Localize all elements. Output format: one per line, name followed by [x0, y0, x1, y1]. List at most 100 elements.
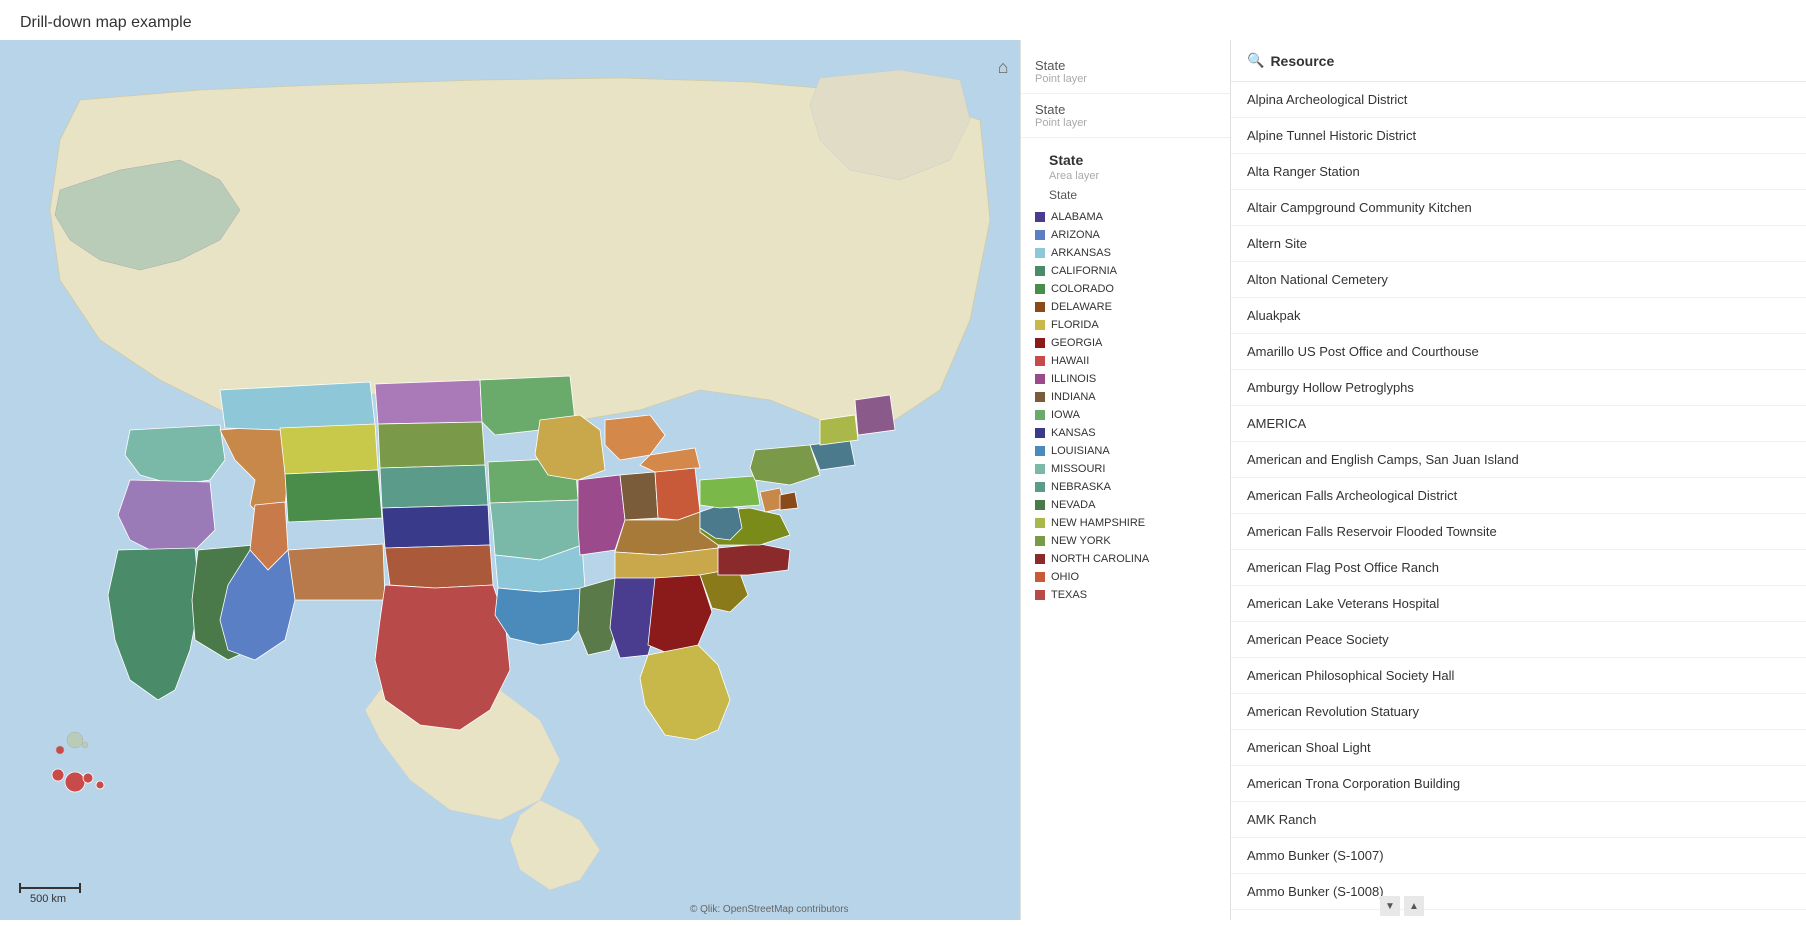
resource-item-7[interactable]: Amarillo US Post Office and Courthouse — [1231, 334, 1806, 370]
search-icon: 🔍 — [1247, 52, 1264, 69]
resource-item-4[interactable]: Altern Site — [1231, 226, 1806, 262]
legend-item-illinois[interactable]: ILLINOIS — [1021, 370, 1230, 388]
legend-item-texas[interactable]: TEXAS — [1021, 586, 1230, 604]
resource-item-8[interactable]: Amburgy Hollow Petroglyphs — [1231, 370, 1806, 406]
resource-item-18[interactable]: American Shoal Light — [1231, 730, 1806, 766]
hawaii-island-main — [67, 732, 83, 748]
legend-item-florida[interactable]: FLORIDA — [1021, 316, 1230, 334]
legend-sub: State — [1035, 186, 1216, 206]
scroll-down-arrow[interactable]: ▼ — [1380, 896, 1400, 916]
state-montana[interactable] — [220, 382, 375, 430]
legend-item-ohio[interactable]: OHIO — [1021, 568, 1230, 586]
resource-item-6[interactable]: Aluakpak — [1231, 298, 1806, 334]
legend-item-indiana[interactable]: INDIANA — [1021, 388, 1230, 406]
resource-item-22[interactable]: Ammo Bunker (S-1008) — [1231, 874, 1806, 910]
state-colorado[interactable] — [285, 470, 382, 522]
legend-color-missouri — [1035, 464, 1045, 474]
resource-item-9[interactable]: AMERICA — [1231, 406, 1806, 442]
resource-item-20[interactable]: AMK Ranch — [1231, 802, 1806, 838]
panel-label-1: State — [1035, 58, 1216, 73]
state-north-dakota[interactable] — [375, 380, 482, 424]
resource-item-13[interactable]: American Flag Post Office Ranch — [1231, 550, 1806, 586]
hawaii-island-2 — [52, 769, 64, 781]
resource-list: Alpina Archeological DistrictAlpine Tunn… — [1231, 82, 1806, 920]
resource-item-14[interactable]: American Lake Veterans Hospital — [1231, 586, 1806, 622]
resource-item-11[interactable]: American Falls Archeological District — [1231, 478, 1806, 514]
legend-label-indiana: INDIANA — [1051, 391, 1096, 403]
state-maine[interactable] — [855, 395, 895, 435]
state-south-dakota[interactable] — [378, 422, 485, 468]
legend-color-north-carolina — [1035, 554, 1045, 564]
legend-color-louisiana — [1035, 446, 1045, 456]
state-indiana[interactable] — [620, 472, 658, 520]
legend-item-north-carolina[interactable]: NORTH CAROLINA — [1021, 550, 1230, 568]
legend-item-georgia[interactable]: GEORGIA — [1021, 334, 1230, 352]
resource-item-15[interactable]: American Peace Society — [1231, 622, 1806, 658]
state-pennsylvania[interactable] — [700, 476, 760, 508]
home-button[interactable]: ⌂ — [988, 52, 1018, 82]
resource-item-10[interactable]: American and English Camps, San Juan Isl… — [1231, 442, 1806, 478]
legend-items-container: ALABAMA ARIZONA ARKANSAS CALIFORNIA COLORADO… — [1021, 208, 1230, 604]
legend-color-nebraska — [1035, 482, 1045, 492]
legend-item-new-hampshire[interactable]: NEW HAMPSHIRE — [1021, 514, 1230, 532]
legend-label-arizona: ARIZONA — [1051, 229, 1100, 241]
legend-area-label: Area layer — [1035, 170, 1216, 186]
legend-item-delaware[interactable]: DELAWARE — [1021, 298, 1230, 316]
legend-label-arkansas: ARKANSAS — [1051, 247, 1111, 259]
legend-color-delaware — [1035, 302, 1045, 312]
legend-item-missouri[interactable]: MISSOURI — [1021, 460, 1230, 478]
resource-item-16[interactable]: American Philosophical Society Hall — [1231, 658, 1806, 694]
legend-item-california[interactable]: CALIFORNIA — [1021, 262, 1230, 280]
legend-label-hawaii: HAWAII — [1051, 355, 1089, 367]
legend-color-new-york — [1035, 536, 1045, 546]
legend-color-new-hampshire — [1035, 518, 1045, 528]
panel-sublabel-2: Point layer — [1035, 117, 1216, 129]
legend-item-new-york[interactable]: NEW YORK — [1021, 532, 1230, 550]
hawaii-island-4 — [96, 781, 104, 789]
legend-item-alabama[interactable]: ALABAMA — [1021, 208, 1230, 226]
legend-item-hawaii[interactable]: HAWAII — [1021, 352, 1230, 370]
legend-color-alabama — [1035, 212, 1045, 222]
state-new-mexico[interactable] — [288, 544, 385, 600]
legend-section: State Area layer State — [1021, 138, 1230, 208]
resource-item-17[interactable]: American Revolution Statuary — [1231, 694, 1806, 730]
legend-color-colorado — [1035, 284, 1045, 294]
hawaii-main-island[interactable] — [65, 772, 85, 792]
state-delaware[interactable] — [780, 492, 798, 510]
resource-item-12[interactable]: American Falls Reservoir Flooded Townsit… — [1231, 514, 1806, 550]
resource-item-2[interactable]: Alta Ranger Station — [1231, 154, 1806, 190]
legend-label-california: CALIFORNIA — [1051, 265, 1117, 277]
legend-item-nevada[interactable]: NEVADA — [1021, 496, 1230, 514]
state-oklahoma[interactable] — [385, 545, 493, 588]
legend-item-kansas[interactable]: KANSAS — [1021, 424, 1230, 442]
legend-color-hawaii — [1035, 356, 1045, 366]
state-kansas[interactable] — [382, 505, 490, 548]
resource-item-3[interactable]: Altair Campground Community Kitchen — [1231, 190, 1806, 226]
state-wyoming[interactable] — [280, 424, 378, 474]
state-nebraska[interactable] — [380, 465, 488, 508]
legend-label-alabama: ALABAMA — [1051, 211, 1103, 223]
resource-item-21[interactable]: Ammo Bunker (S-1007) — [1231, 838, 1806, 874]
resource-item-1[interactable]: Alpine Tunnel Historic District — [1231, 118, 1806, 154]
legend-item-louisiana[interactable]: LOUISIANA — [1021, 442, 1230, 460]
legend-item-arkansas[interactable]: ARKANSAS — [1021, 244, 1230, 262]
state-new-hampshire[interactable] — [820, 415, 858, 445]
state-ohio[interactable] — [655, 468, 700, 520]
legend-label-iowa: IOWA — [1051, 409, 1080, 421]
state-north-carolina[interactable] — [718, 544, 790, 575]
legend-label-nevada: NEVADA — [1051, 499, 1095, 511]
legend-item-arizona[interactable]: ARIZONA — [1021, 226, 1230, 244]
resource-item-19[interactable]: American Trona Corporation Building — [1231, 766, 1806, 802]
resource-item-0[interactable]: Alpina Archeological District — [1231, 82, 1806, 118]
legend-label-delaware: DELAWARE — [1051, 301, 1112, 313]
legend-item-nebraska[interactable]: NEBRASKA — [1021, 478, 1230, 496]
legend-item-colorado[interactable]: COLORADO — [1021, 280, 1230, 298]
legend-color-iowa — [1035, 410, 1045, 420]
legend-item-iowa[interactable]: IOWA — [1021, 406, 1230, 424]
resource-item-5[interactable]: Alton National Cemetery — [1231, 262, 1806, 298]
legend-color-california — [1035, 266, 1045, 276]
legend-label-north-carolina: NORTH CAROLINA — [1051, 553, 1149, 565]
scroll-up-arrow[interactable]: ▲ — [1404, 896, 1424, 916]
resource-item-23[interactable]: Ammunition Igloo — [1231, 910, 1806, 920]
legend-label-new-hampshire: NEW HAMPSHIRE — [1051, 517, 1145, 529]
